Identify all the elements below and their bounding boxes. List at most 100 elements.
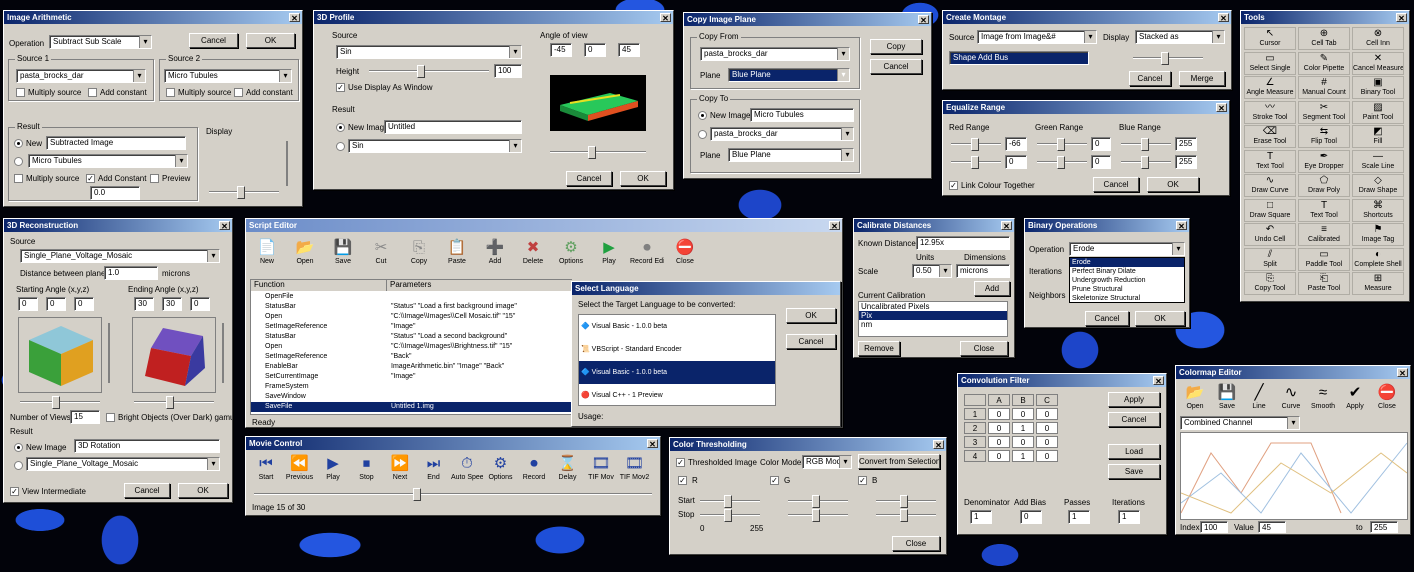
operation-option[interactable]: Undergrowth Reduction (1070, 276, 1184, 285)
tool-button[interactable]: ◐ Complete Shell (1352, 247, 1404, 271)
red-stop-slider[interactable] (700, 509, 760, 522)
apply-button[interactable]: Apply (1108, 392, 1160, 407)
operation-option[interactable]: Skeletonize Structural (1070, 294, 1184, 303)
kernel-cell[interactable]: 0 (1036, 450, 1058, 462)
close-icon[interactable]: ✕ (1216, 103, 1227, 113)
bright-checkbox[interactable] (106, 413, 115, 422)
result-existing-radio[interactable] (14, 157, 23, 166)
cancel-button[interactable]: Cancel (1108, 412, 1160, 427)
tool-button[interactable]: ⎘ Copy Tool (1244, 272, 1296, 295)
tool-button[interactable]: 〰 Stroke Tool (1244, 100, 1296, 124)
montage-list-selected[interactable]: Shape Add Bus (949, 51, 1089, 65)
ok-button[interactable]: OK (786, 308, 836, 323)
blue-start-slider[interactable] (876, 495, 936, 508)
table-row[interactable]: OpenFile (251, 292, 573, 302)
close-icon[interactable]: ✕ (1397, 368, 1408, 378)
copy-button[interactable]: Copy (870, 39, 922, 54)
blue-min-slider[interactable] (1121, 138, 1171, 151)
close-icon[interactable]: ✕ (1218, 13, 1229, 23)
scale-dropdown[interactable]: 0.50 (912, 264, 952, 278)
height-slider[interactable] (369, 65, 489, 78)
table-row[interactable]: SaveFile Untitled 1.img (251, 402, 573, 412)
cancel-button[interactable]: Cancel (189, 33, 238, 48)
tool-button[interactable]: ⇆ Flip Tool (1298, 125, 1350, 148)
movie-button[interactable]: ⏱ Auto Speed (451, 453, 483, 487)
new-image-radio[interactable] (336, 123, 345, 132)
multiply-checkbox[interactable] (16, 88, 25, 97)
tool-button[interactable]: ⌘ Shortcuts (1352, 198, 1404, 222)
table-row[interactable]: SetImageReference "Image" (251, 322, 573, 332)
ok-button[interactable]: OK (1135, 311, 1185, 326)
close-icon[interactable]: ✕ (933, 440, 944, 450)
threshold-preview-checkbox[interactable]: ✓ (676, 458, 685, 467)
green-max-field[interactable]: 0 (1091, 155, 1111, 169)
calibration-item[interactable]: Uncalibrated Pixels (859, 302, 1007, 311)
new-image-field[interactable]: 3D Rotation (74, 439, 220, 453)
result-existing-dropdown[interactable]: Micro Tubules (28, 154, 188, 168)
passes-field[interactable]: 1 (1068, 510, 1090, 524)
ok-button[interactable]: OK (178, 483, 228, 498)
ok-button[interactable]: OK (1147, 177, 1199, 192)
movie-button[interactable]: ▶ Play (317, 453, 349, 487)
add-button[interactable]: Add (974, 281, 1010, 296)
plane-dropdown[interactable]: Blue Plane (728, 68, 850, 82)
merge-button[interactable]: Merge (1179, 71, 1225, 86)
column-parameters-header[interactable]: Parameters (387, 280, 573, 291)
kernel-cell[interactable]: 0 (1012, 436, 1034, 448)
operation-option[interactable]: Perfect Binary Dilate (1070, 267, 1184, 276)
colormap-tool-button[interactable]: ∿ Curve (1276, 382, 1306, 412)
colormap-tool-button[interactable]: 📂 Open (1180, 382, 1210, 412)
tool-button[interactable]: ⫽ Split (1244, 247, 1296, 271)
existing-radio[interactable] (698, 130, 707, 139)
calibration-item[interactable]: nm (859, 320, 1007, 329)
red-channel-checkbox[interactable]: ✓ (678, 476, 687, 485)
tool-button[interactable]: ↖ Cursor (1244, 27, 1296, 50)
to-field[interactable]: 255 (1370, 521, 1398, 533)
display-dropdown[interactable]: Stacked as (1135, 30, 1225, 44)
tool-button[interactable]: ◇ Draw Shape (1352, 174, 1404, 197)
close-icon[interactable]: ✕ (1001, 221, 1012, 231)
tool-button[interactable]: ⌫ Erase Tool (1244, 125, 1296, 148)
calibration-item-selected[interactable]: Pix (859, 311, 1007, 320)
movie-button[interactable]: ⏪ Previous (284, 453, 316, 487)
add-constant-checkbox[interactable] (88, 88, 97, 97)
cancel-button[interactable]: Cancel (786, 334, 836, 349)
tool-button[interactable]: ⊞ Measure (1352, 272, 1404, 295)
end-z-field[interactable]: 0 (190, 297, 210, 311)
views-field[interactable]: 15 (70, 410, 100, 424)
link-colour-checkbox[interactable]: ✓ (949, 181, 958, 190)
source-dropdown[interactable]: Single_Plane_Voltage_Mosaic (20, 249, 220, 263)
language-item[interactable]: 📜 VBScript - Standard Encoder (579, 338, 775, 361)
red-min-slider[interactable] (951, 138, 1001, 151)
constant-field[interactable]: 0.0 (90, 186, 140, 200)
kernel-cell[interactable]: 0 (1036, 436, 1058, 448)
green-min-slider[interactable] (1037, 138, 1087, 151)
tool-button[interactable]: — Scale Line (1352, 149, 1404, 173)
script-tool-button[interactable]: ⏺ Record Edit (630, 237, 664, 271)
tool-button[interactable]: ∿ Draw Curve (1244, 174, 1296, 197)
channel-dropdown[interactable]: Combined Channel (1180, 416, 1300, 430)
result-new-field[interactable]: Subtracted Image (46, 136, 186, 150)
known-distance-field[interactable]: 12.95x (916, 236, 1010, 250)
kernel-cell[interactable]: 1 (1012, 422, 1034, 434)
distance-field[interactable]: 1.0 (104, 266, 158, 280)
language-item[interactable]: 🔴 Visual C++ - 1 Preview (579, 384, 775, 407)
color-model-dropdown[interactable]: RGB Model (802, 455, 852, 469)
tool-button[interactable]: ✒ Eye Dropper (1298, 149, 1350, 173)
iterations-field[interactable]: 1 (1118, 510, 1140, 524)
tool-button[interactable]: □ Draw Square (1244, 198, 1296, 222)
script-tool-button[interactable]: 📂 Open (288, 237, 322, 271)
angle-y-field[interactable]: 0 (584, 43, 606, 57)
convert-selection-button[interactable]: Convert from Selection (858, 454, 940, 469)
script-tool-button[interactable]: ⎘ Copy (402, 237, 436, 271)
movie-button[interactable]: ⏹ Stop (351, 453, 383, 487)
tool-button[interactable]: ⎗ Paste Tool (1298, 272, 1350, 295)
cancel-button[interactable]: Cancel (566, 171, 612, 186)
tool-button[interactable]: ▨ Paint Tool (1352, 100, 1404, 124)
montage-slider[interactable] (1133, 52, 1203, 65)
new-image-radio[interactable] (698, 111, 707, 120)
script-tool-button[interactable]: 📋 Paste (440, 237, 474, 271)
tool-button[interactable]: T Text Tool (1298, 198, 1350, 222)
table-row[interactable]: StatusBar "Status" "Load a first backgrou… (251, 302, 573, 312)
load-button[interactable]: Load (1108, 444, 1160, 459)
